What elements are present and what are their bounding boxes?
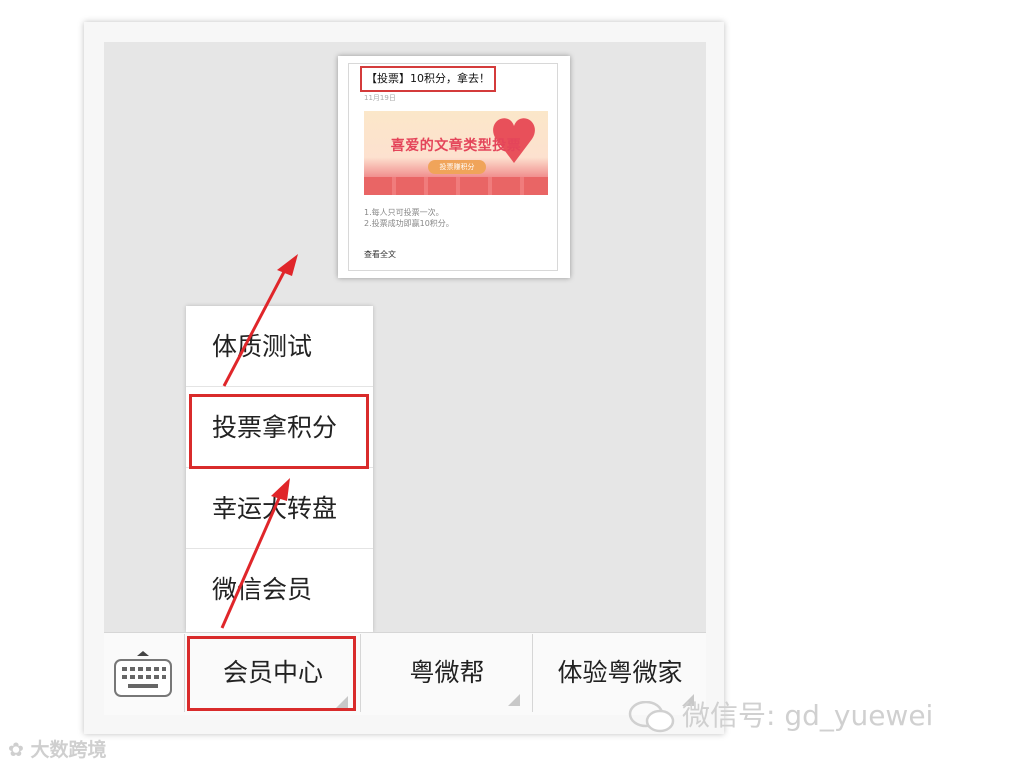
wechat-logo-icon: [628, 700, 675, 733]
article-title: 【投票】10积分，拿去！: [360, 66, 496, 92]
highlight-box-vote: [189, 394, 369, 469]
submenu-item-lucky-wheel[interactable]: 幸运大转盘: [186, 468, 373, 549]
submenu-popup: 体质测试 投票拿积分 幸运大转盘 微信会员: [186, 306, 373, 632]
menu-button-label: 粤微帮: [409, 658, 485, 687]
wechat-id-text: 微信号: gd_yuewei: [682, 699, 934, 732]
article-date: 11月19日: [364, 94, 396, 102]
article-desc-line-2: 2.投票成功即赢10积分。: [364, 219, 454, 228]
banner-stripe: [364, 177, 548, 195]
corner-logo: ✿ 大数跨境: [8, 735, 107, 762]
article-desc-line-1: 1.每人只可投票一次。: [364, 208, 444, 217]
corner-logo-text: 大数跨境: [30, 739, 107, 761]
keyboard-icon[interactable]: [114, 650, 172, 698]
article-banner: 喜爱的文章类型投票 投票赚积分: [364, 111, 548, 195]
menu-button-label: 体验粤微家: [557, 658, 683, 687]
submenu-indicator-icon: [508, 694, 520, 706]
weibo-icon: ✿: [8, 739, 24, 761]
read-more-link[interactable]: 查看全文: [364, 249, 396, 260]
highlight-box-member-center: [187, 636, 356, 711]
article-description: 1.每人只可投票一次。 2.投票成功即赢10积分。: [364, 207, 454, 229]
banner-title: 喜爱的文章类型投票: [390, 138, 522, 154]
banner-tag: 投票赚积分: [428, 160, 486, 174]
submenu-item-constitution-test[interactable]: 体质测试: [186, 306, 373, 387]
wechat-id-watermark: 微信号: gd_yuewei: [628, 694, 933, 734]
submenu-item-wechat-member[interactable]: 微信会员: [186, 549, 373, 630]
